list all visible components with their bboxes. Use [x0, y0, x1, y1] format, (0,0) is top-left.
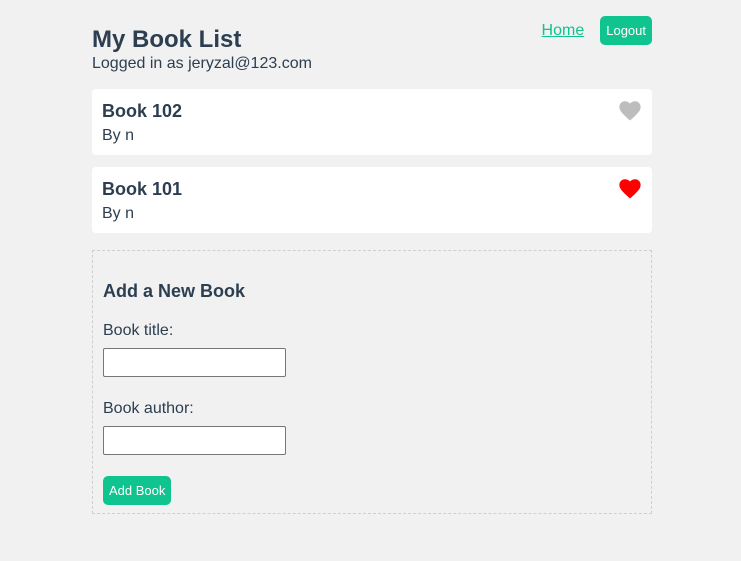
book-title: Book 102 — [102, 101, 183, 121]
home-link[interactable]: Home — [542, 17, 585, 45]
book-title-input[interactable] — [103, 348, 286, 377]
logged-in-text: Logged in as jeryzal@123.com — [92, 55, 312, 72]
header: My Book List Logged in as jeryzal@123.co… — [92, 0, 652, 89]
heart-shape — [619, 101, 641, 121]
heart-icon[interactable] — [619, 101, 641, 121]
book-title-label: Book title: — [103, 322, 174, 339]
book-author: By n — [102, 205, 135, 222]
book-author-label: Book author: — [103, 400, 194, 417]
book-author-input[interactable] — [103, 426, 286, 455]
add-book-button[interactable]: Add Book — [103, 476, 172, 505]
add-book-form: Add a New Book Book title: Book author: … — [92, 250, 652, 514]
page-title: My Book List — [92, 26, 242, 53]
book-author: By n — [102, 127, 135, 144]
book-title: Book 101 — [102, 179, 183, 199]
heart-icon[interactable] — [619, 179, 641, 199]
book-card: Book 102 By n — [92, 89, 652, 155]
logout-button[interactable]: Logout — [600, 16, 652, 45]
form-heading: Add a New Book — [103, 281, 246, 301]
book-card: Book 101 By n — [92, 167, 652, 233]
page-container: My Book List Logged in as jeryzal@123.co… — [92, 0, 652, 514]
heart-shape — [619, 179, 641, 199]
nav: Home Logout — [542, 16, 652, 45]
